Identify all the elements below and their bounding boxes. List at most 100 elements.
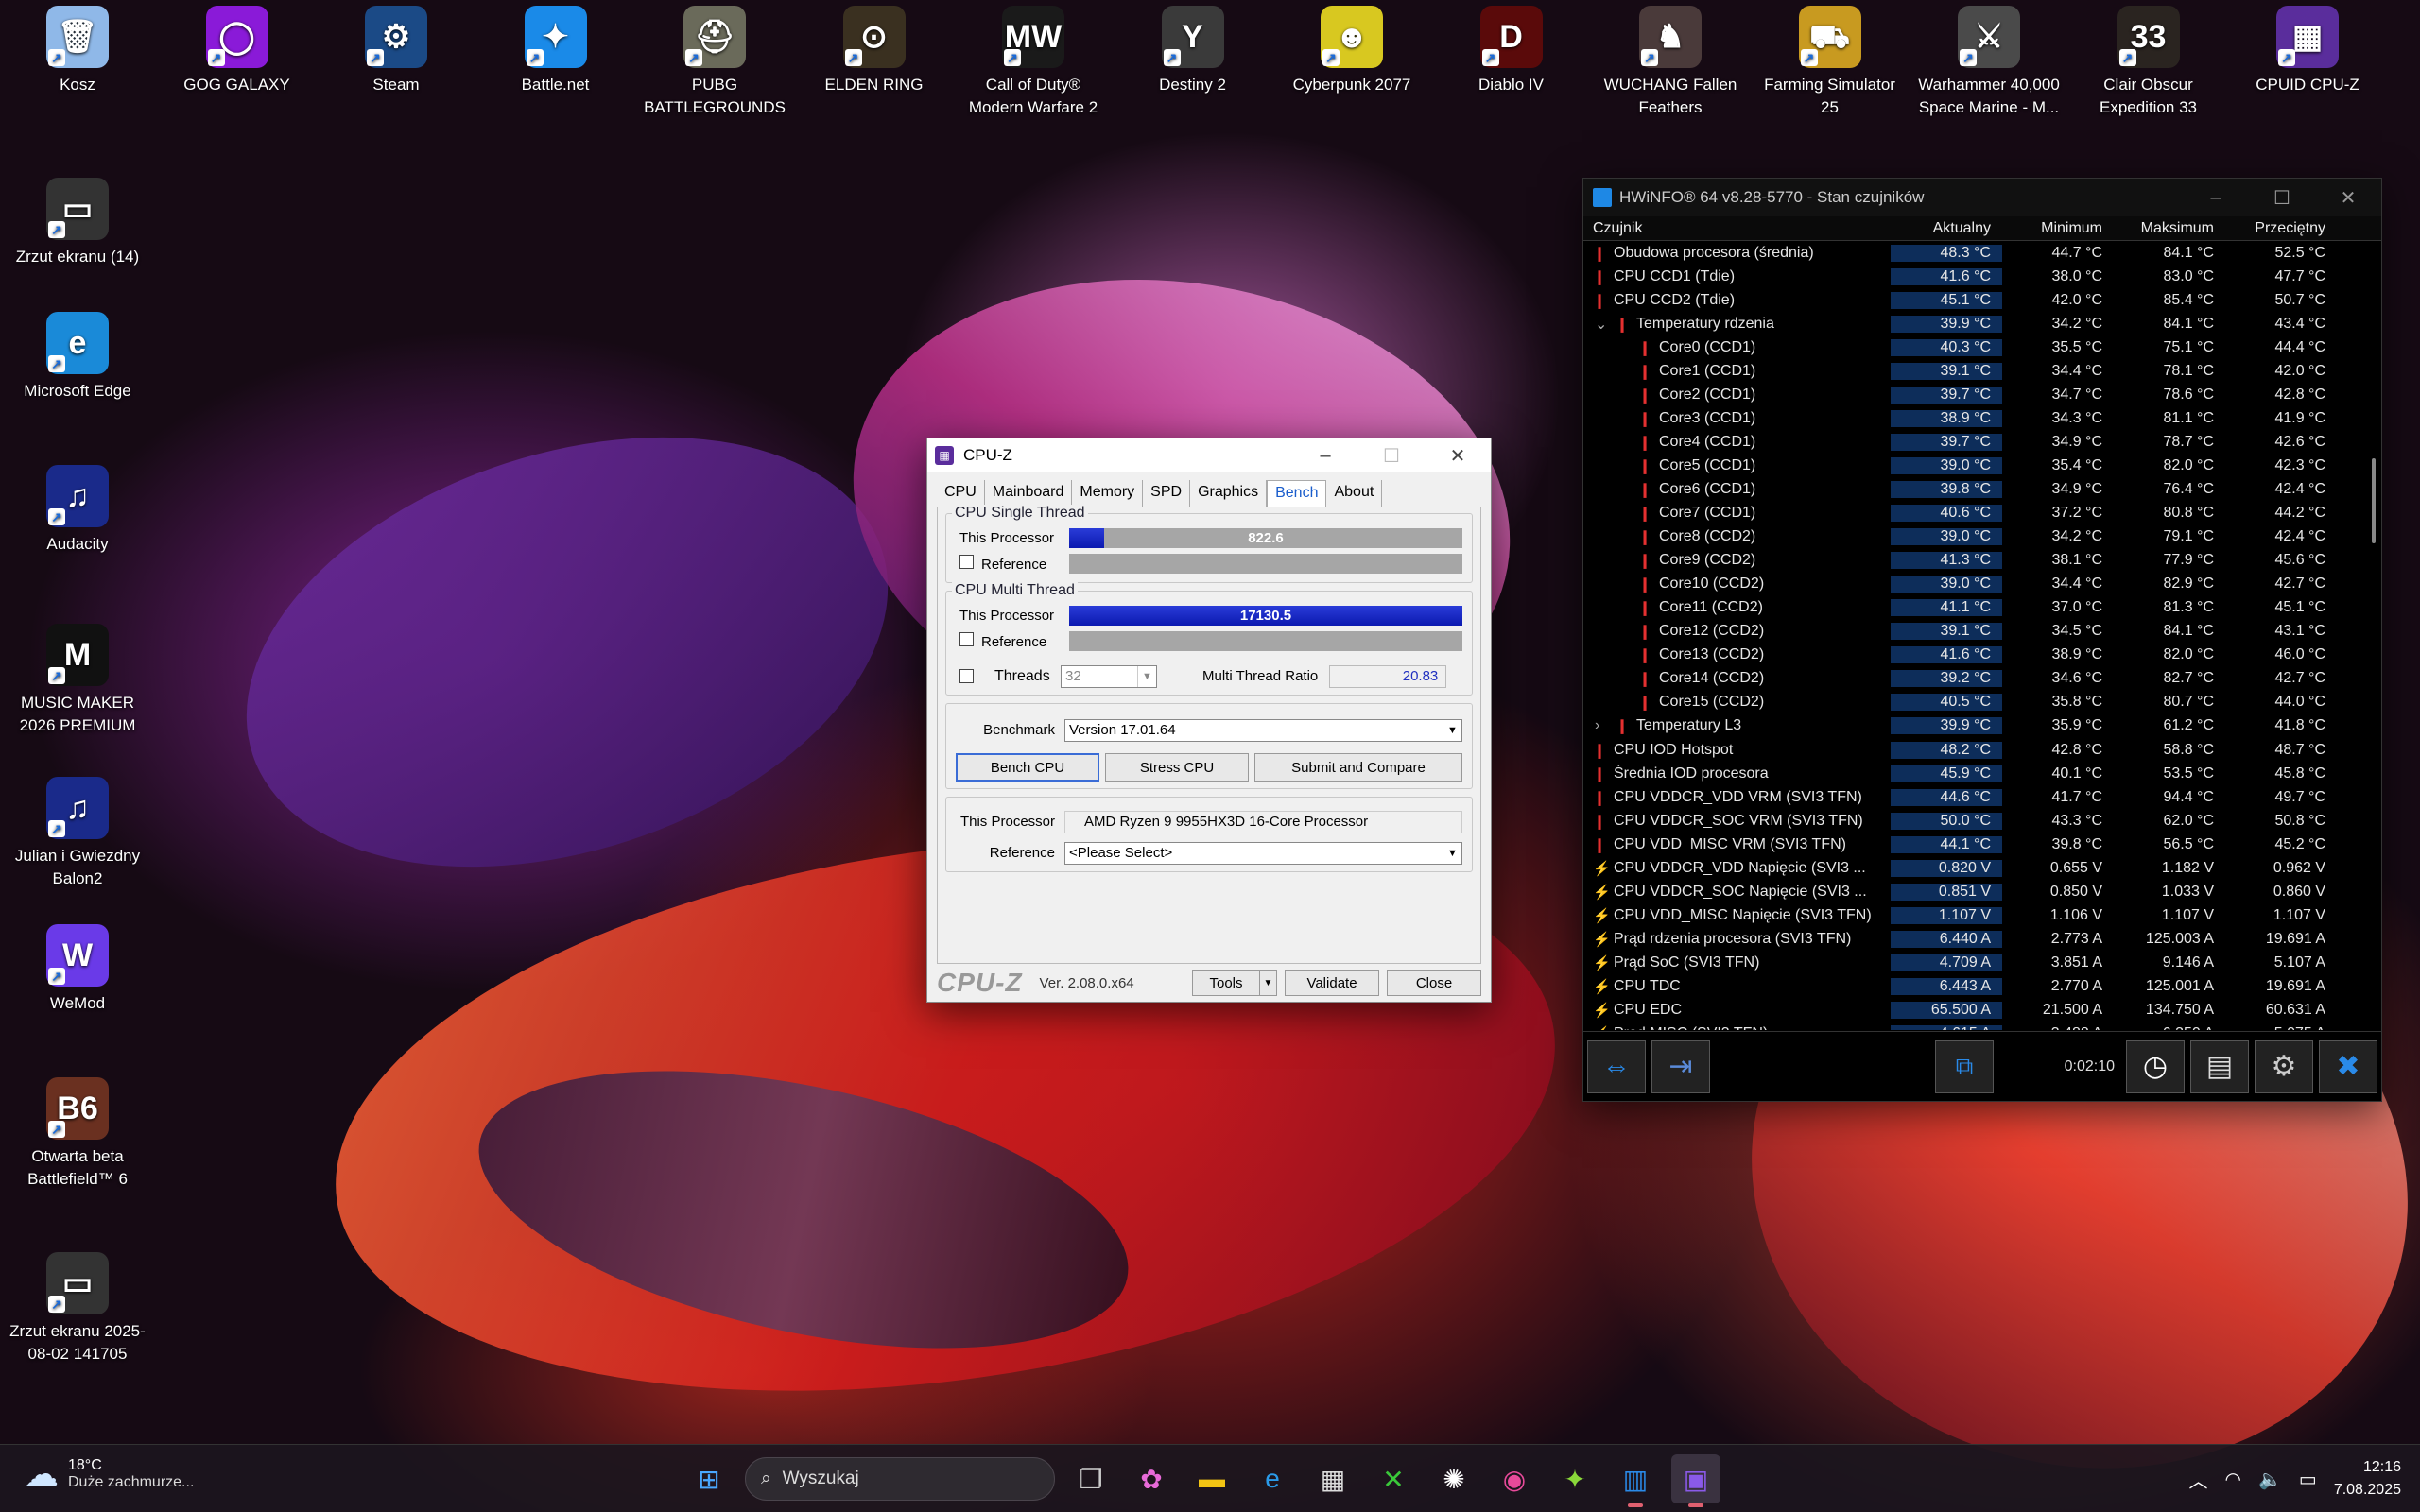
desktop-icon[interactable]: 🗑 ↗ Kosz — [2, 6, 153, 96]
sensor-row[interactable]: ⚡Prąd MISC (SVI3 TFN) 4.615 A3.488 A6.350… — [1583, 1022, 2381, 1030]
desktop-icon[interactable]: ☻ ↗ Cyberpunk 2077 — [1276, 6, 1427, 96]
sensor-row[interactable]: ❙ Core14 (CCD2) 39.2 °C 34.6 °C 82.7 °C 42.7 … — [1583, 667, 2381, 691]
sensor-row[interactable]: ❙ Core5 (CCD1) 39.0 °C 35.4 °C 82.0 °C 42.3 °… — [1583, 454, 2381, 477]
desktop-icon[interactable]: MW ↗ Call of Duty® Modern Warfare 2 — [958, 6, 1109, 119]
desktop-icon[interactable]: ▭ ↗ Zrzut ekranu 2025-08-02 141705 — [2, 1252, 153, 1366]
tools-button[interactable]: Tools ▼ — [1192, 970, 1277, 996]
desktop-icon[interactable]: ⛑ ↗ PUBG BATTLEGROUNDS — [639, 6, 790, 119]
sensor-row[interactable]: ❙ Core13 (CCD2) 41.6 °C 38.9 °C 82.0 °C 46.0 … — [1583, 644, 2381, 667]
collapse-arrows-icon[interactable]: ⇥ — [1651, 1040, 1710, 1093]
sensor-row[interactable]: ❙ Core15 (CCD2) 40.5 °C 35.8 °C 80.7 °C 44.0 … — [1583, 691, 2381, 714]
submit-and-compare-button[interactable]: Submit and Compare — [1254, 753, 1462, 782]
sensor-row[interactable]: ❙ Core3 (CCD1) 38.9 °C 34.3 °C 81.1 °C 41.9 °… — [1583, 406, 2381, 430]
tab-about[interactable]: About — [1326, 480, 1383, 507]
validate-button[interactable]: Validate — [1285, 970, 1379, 996]
microsoft-store-icon[interactable]: ▦ — [1308, 1454, 1357, 1503]
close-icon[interactable]: ✕ — [2315, 186, 2381, 210]
desktop-icon[interactable]: ✦ ↗ Battle.net — [480, 6, 631, 96]
xbox-icon[interactable]: ✕ — [1369, 1454, 1418, 1503]
threads-checkbox[interactable] — [959, 669, 974, 683]
close-button[interactable]: Close — [1387, 970, 1481, 996]
sensor-row[interactable]: ❙ Core10 (CCD2) 39.0 °C 34.4 °C 82.9 °C 42.7 … — [1583, 573, 2381, 596]
bench-cpu-button[interactable]: Bench CPU — [956, 753, 1099, 782]
expand-arrows-icon[interactable]: ⇔ — [1587, 1040, 1646, 1093]
sensor-row[interactable]: ❙ Core8 (CCD2) 39.0 °C 34.2 °C 79.1 °C 42.4 °… — [1583, 525, 2381, 549]
hwinfo-window[interactable]: HWiNFO® 64 v8.28-5770 - Stan czujników –… — [1582, 178, 2382, 1102]
sensor-row[interactable]: ❙ Core7 (CCD1) 40.6 °C 37.2 °C 80.8 °C 44.2 °… — [1583, 502, 2381, 525]
tab-memory[interactable]: Memory — [1072, 480, 1144, 507]
weather-widget[interactable]: ☁ 18°C Duże zachmurze... — [25, 1454, 194, 1494]
maximize-icon[interactable]: ☐ — [2249, 186, 2315, 210]
minimize-icon[interactable]: – — [1292, 445, 1358, 467]
desktop-icon[interactable]: ♞ ↗ WUCHANG Fallen Feathers — [1595, 6, 1746, 119]
sensor-row[interactable]: › ❙ Temperatury L3 39.9 °C 35.9 °C 61.2 °C 41.… — [1583, 714, 2381, 738]
desktop-icon[interactable]: ◯ ↗ GOG GALAXY — [162, 6, 313, 96]
desktop-icon[interactable]: D ↗ Diablo IV — [1436, 6, 1587, 96]
desktop-icon[interactable]: ♫ ↗ Julian i Gwiezdny Balon2 — [2, 777, 153, 890]
sensor-row[interactable]: ❙ CPU VDDCR_SOC VRM (SVI3 TFN) 50.0 °C 43.3… — [1583, 809, 2381, 833]
benchmark-version-select[interactable]: Version 17.01.64 ▼ — [1064, 718, 1462, 742]
sensor-row[interactable]: ⚡ Prąd rdzenia procesora (SVI3 TFN) 6.440 … — [1583, 927, 2381, 951]
network-monitor-icon[interactable]: ⧉ — [1935, 1040, 1994, 1093]
stress-cpu-button[interactable]: Stress CPU — [1105, 753, 1249, 782]
tab-cpu[interactable]: CPU — [937, 480, 985, 507]
add-report-icon[interactable]: ▤ — [2190, 1040, 2249, 1093]
sensor-row[interactable]: ⚡ Prąd SoC (SVI3 TFN) 4.709 A 3.851 A 9.146 … — [1583, 951, 2381, 974]
sensor-row[interactable]: ❙ Core4 (CCD1) 39.7 °C 34.9 °C 78.7 °C 42.6 °… — [1583, 430, 2381, 454]
close-icon[interactable]: ✕ — [1425, 444, 1491, 468]
sensor-row[interactable]: ❙ CPU IOD Hotspot 48.2 °C 42.8 °C 58.8 °C 48.… — [1583, 738, 2381, 762]
desktop-icon[interactable]: ▦ ↗ CPUID CPU-Z — [2232, 6, 2383, 96]
desktop-icon[interactable]: ⊙ ↗ ELDEN RING — [799, 6, 950, 96]
sensor-row[interactable]: ❙ CPU VDD_MISC VRM (SVI3 TFN) 44.1 °C 39.8 … — [1583, 833, 2381, 856]
search-box[interactable]: ⌕ Wyszukaj — [745, 1457, 1055, 1501]
sensor-row[interactable]: ❙ Średnia IOD procesora 45.9 °C 40.1 °C 53.5… — [1583, 762, 2381, 785]
cpuz-window[interactable]: ▦ CPU-Z – ☐ ✕ CPU Mainboard Memory SPD Graph… — [926, 438, 1492, 1003]
sensor-row[interactable]: ❙ Obudowa procesora (średnia) 48.3 °C 44.7 … — [1583, 241, 2381, 265]
cpuz-taskbar-icon[interactable]: ▣ — [1671, 1454, 1720, 1507]
sensor-row[interactable]: ⚡ CPU VDDCR_VDD Napięcie (SVI3 ... 0.820 V… — [1583, 856, 2381, 880]
desktop-icon[interactable]: W ↗ WeMod — [2, 924, 153, 1015]
column-header-sensor[interactable]: Czujnik — [1583, 220, 1891, 237]
tab-mainboard[interactable]: Mainboard — [984, 480, 1073, 507]
cpuz-titlebar[interactable]: ▦ CPU-Z – ☐ ✕ — [927, 438, 1491, 472]
chevron-right-icon[interactable]: › — [1595, 717, 1610, 734]
sensor-row[interactable]: ❙ Core11 (CCD2) 41.1 °C 37.0 °C 81.3 °C 45.1 … — [1583, 596, 2381, 620]
sensor-row[interactable]: ❙ Core1 (CCD1) 39.1 °C 34.4 °C 78.1 °C 42.0 °… — [1583, 359, 2381, 383]
desktop-icon[interactable]: Y ↗ Destiny 2 — [1117, 6, 1269, 96]
gear-icon[interactable]: ⚙ — [2255, 1040, 2313, 1093]
wifi-icon[interactable]: ◠ — [2225, 1468, 2241, 1491]
sensor-row[interactable]: ❙ Core12 (CCD2) 39.1 °C 34.5 °C 84.1 °C 43.1 … — [1583, 620, 2381, 644]
close-sensors-icon[interactable]: ✖ — [2319, 1040, 2377, 1093]
reference-checkbox[interactable] — [959, 555, 974, 569]
game-launcher-icon[interactable]: ✦ — [1550, 1454, 1599, 1503]
sensor-row[interactable]: ❙ CPU VDDCR_VDD VRM (SVI3 TFN) 44.6 °C 41.7… — [1583, 785, 2381, 809]
sensor-row[interactable]: ⚡ CPU TDC 6.443 A 2.770 A 125.001 A 19.691 A — [1583, 974, 2381, 998]
copilot-icon[interactable]: ✿ — [1127, 1454, 1176, 1503]
reference-select[interactable]: <Please Select> ▼ — [1064, 841, 1462, 865]
maximize-icon[interactable]: ☐ — [1358, 444, 1425, 468]
tab-spd[interactable]: SPD — [1143, 480, 1191, 507]
sensor-row[interactable]: ❙ Core2 (CCD1) 39.7 °C 34.7 °C 78.6 °C 42.8 °… — [1583, 383, 2381, 406]
hwinfo-titlebar[interactable]: HWiNFO® 64 v8.28-5770 - Stan czujników –… — [1583, 179, 2381, 216]
tab-graphics[interactable]: Graphics — [1190, 480, 1268, 507]
desktop-icon[interactable]: B6 ↗ Otwarta beta Battlefield™ 6 — [2, 1077, 153, 1191]
sensor-row[interactable]: ⚡ CPU VDDCR_SOC Napięcie (SVI3 ... 0.851 V… — [1583, 880, 2381, 903]
desktop-icon[interactable]: ♫ ↗ Audacity — [2, 465, 153, 556]
column-header-current[interactable]: Aktualny — [1891, 220, 2002, 237]
desktop-icon[interactable]: ⚙ ↗ Steam — [320, 6, 472, 96]
sensor-row[interactable]: ❙ Core9 (CCD2) 41.3 °C 38.1 °C 77.9 °C 45.6 °… — [1583, 549, 2381, 573]
threads-select[interactable]: 32 ▼ — [1061, 664, 1157, 688]
desktop-icon[interactable]: ⛟ ↗ Farming Simulator 25 — [1754, 6, 1906, 119]
clock[interactable]: 12:16 7.08.2025 — [2334, 1456, 2401, 1502]
tab-bench[interactable]: Bench — [1267, 480, 1327, 507]
task-view-icon[interactable]: ❐ — [1066, 1454, 1115, 1503]
minimize-icon[interactable]: – — [2183, 187, 2249, 209]
battery-icon[interactable]: ▭ — [2299, 1468, 2317, 1491]
desktop-icon[interactable]: 33 ↗ Clair Obscur Expedition 33 — [2073, 6, 2224, 119]
desktop-icon[interactable]: M ↗ MUSIC MAKER 2026 PREMIUM — [2, 624, 153, 737]
desktop-icon[interactable]: ▭ ↗ Zrzut ekranu (14) — [2, 178, 153, 268]
sensor-row[interactable]: ❙ Core0 (CCD1) 40.3 °C 35.5 °C 75.1 °C 44.4 °… — [1583, 335, 2381, 359]
sensor-row[interactable]: ❙ CPU CCD1 (Tdie) 41.6 °C 38.0 °C 83.0 °C 47.… — [1583, 265, 2381, 288]
scrollbar-thumb[interactable] — [2372, 458, 2376, 543]
edge-icon[interactable]: e — [1248, 1454, 1297, 1503]
